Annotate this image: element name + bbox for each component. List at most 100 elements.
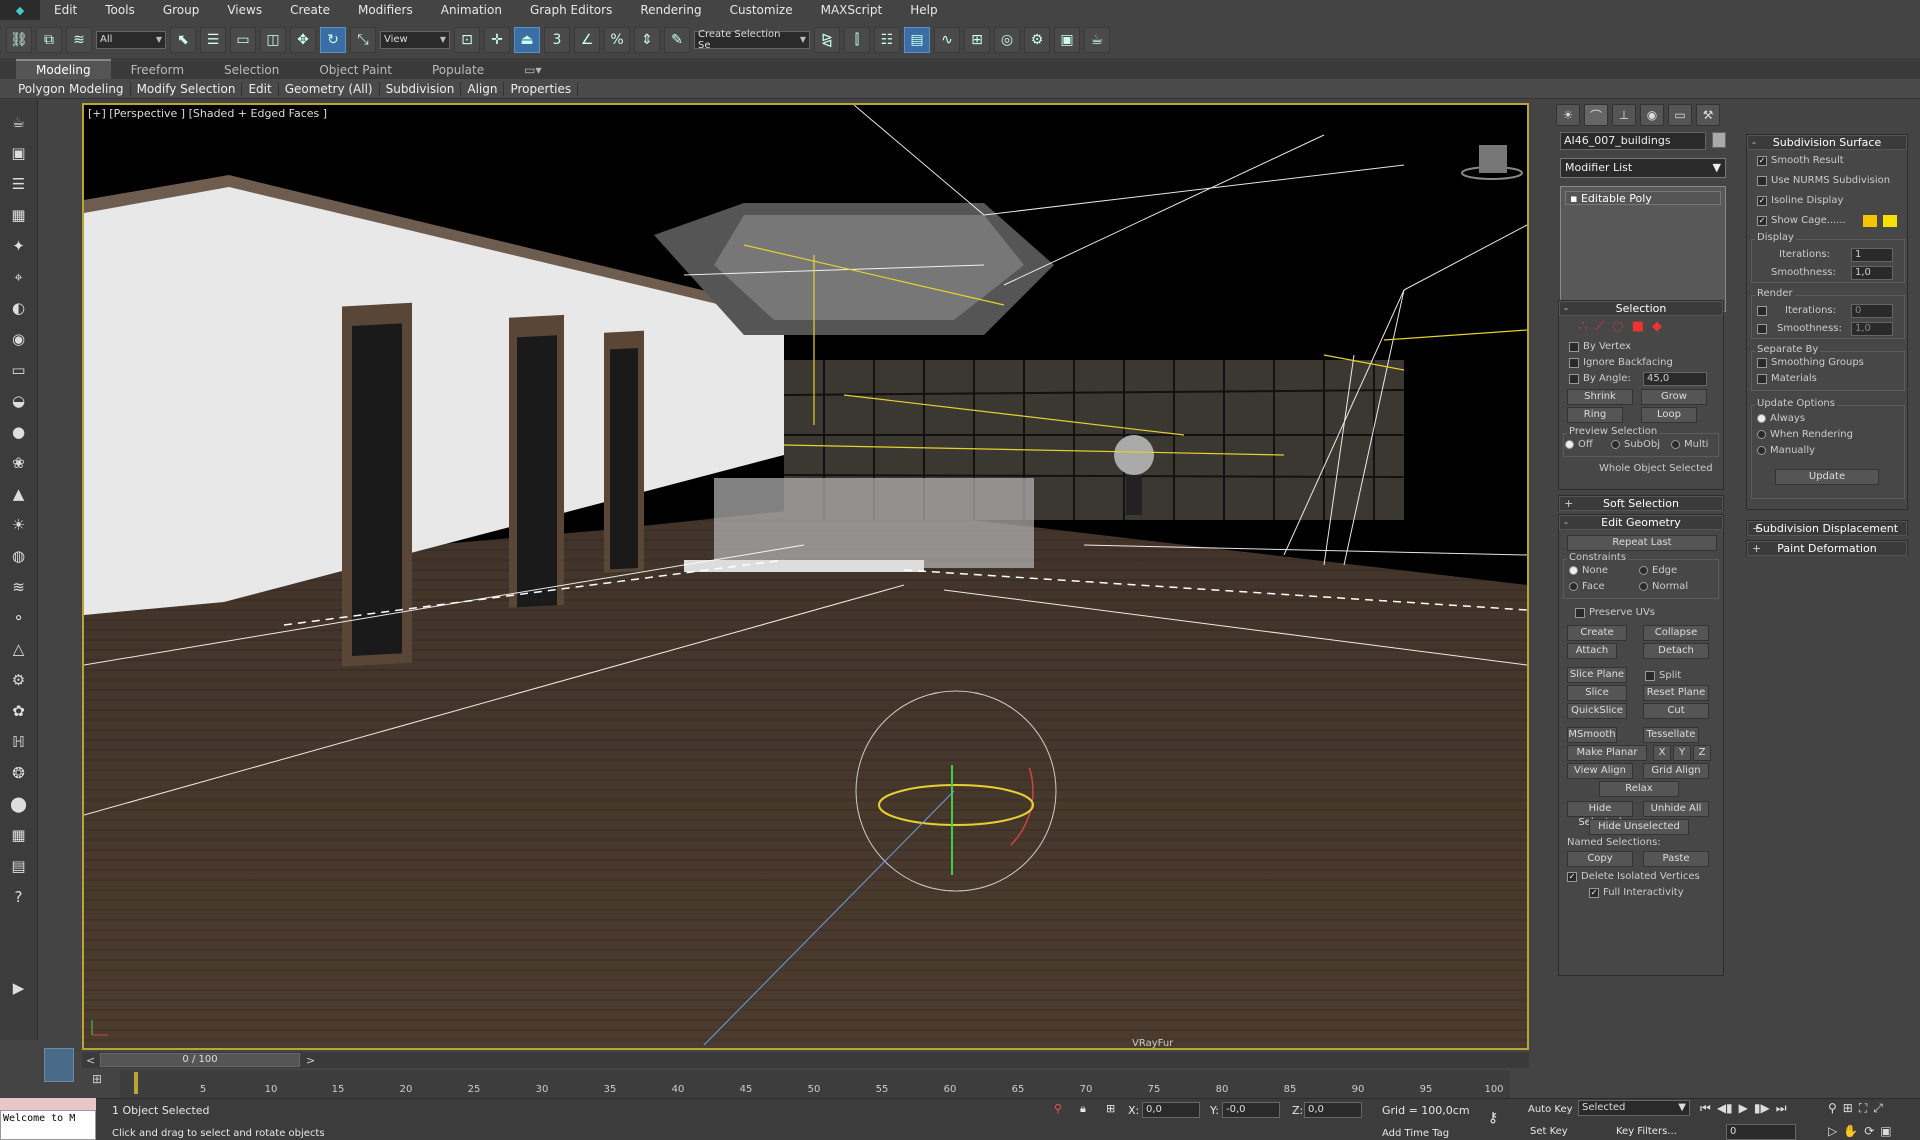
motion-tab-icon[interactable]: ◉	[1640, 104, 1664, 126]
hf-icon[interactable]: ℍ	[7, 730, 31, 754]
cage-color-1[interactable]	[1863, 215, 1877, 227]
render-iterations-checkbox[interactable]	[1757, 305, 1767, 316]
percent-snap-icon[interactable]: %	[604, 26, 630, 53]
current-frame-marker[interactable]	[134, 1072, 138, 1094]
hide-selected-button[interactable]: Hide Selected	[1567, 801, 1633, 828]
move-icon[interactable]: ✥	[290, 26, 316, 53]
isoline-display-checkbox[interactable]: ✓	[1757, 195, 1767, 206]
grid-align-button[interactable]: Grid Align	[1643, 763, 1709, 779]
maximize-viewport-icon[interactable]: ⤢	[1873, 1101, 1883, 1116]
ribbon-geometry-all[interactable]: Geometry (All)	[279, 81, 380, 96]
edit-named-sel-icon[interactable]: ✎	[664, 26, 690, 53]
use-nurms-checkbox[interactable]	[1757, 175, 1767, 186]
teapot-icon[interactable]: ☕	[7, 110, 31, 134]
rect-selection-icon[interactable]: ▭	[230, 26, 256, 53]
hemisphere-icon[interactable]: ◒	[7, 389, 31, 413]
plane-icon[interactable]: ▭	[7, 358, 31, 382]
update-when-rendering-row[interactable]: When Rendering	[1757, 429, 1853, 440]
go-to-start-icon[interactable]: ⏮	[1700, 1101, 1711, 1116]
pan-icon[interactable]: ✋	[1843, 1124, 1858, 1138]
selection-filter-dropdown[interactable]: All ▼	[96, 30, 166, 49]
set-key-button[interactable]: Set Key	[1530, 1126, 1568, 1137]
fov-icon[interactable]: ▷	[1828, 1124, 1837, 1138]
fur-icon[interactable]: ≋	[7, 575, 31, 599]
ribbon-options-icon[interactable]: ▭▾	[504, 61, 561, 79]
y-coordinate-field[interactable]: -0,0	[1222, 1102, 1280, 1118]
perspective-viewport[interactable]: [+] [Perspective ] [Shaded + Edged Faces…	[82, 103, 1529, 1050]
ribbon-align[interactable]: Align	[461, 81, 505, 96]
render-smoothness-checkbox[interactable]	[1757, 323, 1767, 334]
sphere-icon[interactable]: ●	[7, 420, 31, 444]
ies-light-icon[interactable]: ◍	[7, 544, 31, 568]
cone-icon[interactable]: ▲	[7, 482, 31, 506]
angle-snap-icon[interactable]: ∠	[574, 26, 600, 53]
utilities-tab-icon[interactable]: ⚒	[1696, 104, 1720, 126]
by-angle-checkbox[interactable]	[1569, 373, 1579, 384]
batch-icon[interactable]: ▤	[7, 854, 31, 878]
key-filters-button[interactable]: Key Filters...	[1616, 1126, 1677, 1137]
scale-icon[interactable]: ⤡	[350, 26, 376, 53]
key-icon[interactable]: ⚷	[1488, 1110, 1498, 1126]
particle-icon[interactable]: ⚬	[7, 606, 31, 630]
display-tab-icon[interactable]: ▭	[1668, 104, 1692, 126]
go-to-end-icon[interactable]: ⏭	[1776, 1101, 1787, 1116]
orbit-icon[interactable]: ⟳	[1864, 1124, 1874, 1138]
soft-selection-rollout[interactable]: + Soft Selection	[1558, 495, 1724, 511]
light-icon[interactable]: ✦	[7, 234, 31, 258]
make-planar-button[interactable]: Make Planar	[1567, 745, 1647, 761]
reference-coord-dropdown[interactable]: View ▼	[380, 30, 450, 49]
materials-checkbox[interactable]	[1757, 373, 1767, 384]
ignore-backfacing-checkbox[interactable]	[1569, 357, 1579, 368]
slice-button[interactable]: Slice	[1567, 685, 1627, 701]
preview-multi-row[interactable]: Multi	[1671, 439, 1708, 450]
tab-modeling[interactable]: Modeling	[16, 59, 111, 79]
align-icon[interactable]: ⫿	[844, 26, 870, 53]
constraint-edge-radio[interactable]	[1639, 566, 1648, 575]
tessellate-button[interactable]: Tessellate	[1643, 727, 1699, 743]
mini-viewport-icon[interactable]	[44, 1048, 74, 1082]
attach-button[interactable]: Attach	[1567, 643, 1617, 659]
object-name-field[interactable]: AI46_007_buildings	[1560, 132, 1706, 150]
material-editor-icon[interactable]: ◎	[994, 26, 1020, 53]
update-manually-radio[interactable]	[1757, 446, 1766, 455]
cut-button[interactable]: Cut	[1643, 703, 1709, 719]
add-time-tag[interactable]: Add Time Tag	[1382, 1128, 1449, 1139]
unhide-all-button[interactable]: Unhide All	[1643, 801, 1709, 817]
preserve-uvs-row[interactable]: Preserve UVs	[1575, 607, 1655, 618]
ribbon-subdivision[interactable]: Subdivision	[380, 81, 462, 96]
menu-help[interactable]: Help	[896, 3, 951, 17]
copy-button[interactable]: Copy	[1567, 851, 1633, 867]
update-button[interactable]: Update	[1775, 469, 1879, 485]
zoom-all-icon[interactable]: ⊞	[1843, 1101, 1853, 1116]
subdivision-displacement-rollout[interactable]: + Subdivision Displacement	[1746, 520, 1908, 536]
menu-modifiers[interactable]: Modifiers	[344, 3, 427, 17]
keyboard-shortcut-icon[interactable]: ⏏	[514, 26, 540, 53]
relax-button[interactable]: Relax	[1599, 781, 1679, 797]
stack-item-editable-poly[interactable]: ▪ Editable Poly	[1565, 191, 1721, 205]
render-iterations-row[interactable]: Iterations:	[1757, 305, 1836, 316]
constraint-normal-row[interactable]: Normal	[1639, 581, 1688, 592]
preview-off-row[interactable]: Off	[1565, 439, 1593, 450]
render-setup-icon[interactable]: ⚙	[1024, 26, 1050, 53]
maximize-toggle-icon[interactable]: ▣	[1880, 1124, 1891, 1138]
modifier-stack[interactable]: ▪ Editable Poly	[1560, 186, 1726, 312]
preview-multi-radio[interactable]	[1671, 440, 1680, 449]
render-icon[interactable]: ▣	[7, 141, 31, 165]
next-frame-icon[interactable]: >	[306, 1054, 315, 1067]
preview-off-radio[interactable]	[1565, 440, 1574, 449]
current-frame-field[interactable]: 0	[1726, 1124, 1796, 1140]
full-interactivity-row[interactable]: ✓ Full Interactivity	[1589, 887, 1684, 898]
grid-icon[interactable]: ▦	[7, 823, 31, 847]
detach-button[interactable]: Detach	[1643, 643, 1709, 659]
select-by-name-icon[interactable]: ☰	[200, 26, 226, 53]
tab-freeform[interactable]: Freeform	[111, 61, 204, 79]
shrink-button[interactable]: Shrink	[1567, 389, 1633, 405]
menu-views[interactable]: Views	[213, 3, 276, 17]
x-coordinate-field[interactable]: 0,0	[1142, 1102, 1200, 1118]
menu-edit[interactable]: Edit	[40, 3, 91, 17]
repeat-last-button[interactable]: Repeat Last	[1567, 535, 1717, 551]
ribbon-properties[interactable]: Properties	[504, 81, 579, 96]
view-align-button[interactable]: View Align	[1567, 763, 1633, 779]
render-smoothness-spinner[interactable]: 1,0	[1851, 322, 1893, 336]
planar-x-button[interactable]: X	[1653, 745, 1671, 761]
